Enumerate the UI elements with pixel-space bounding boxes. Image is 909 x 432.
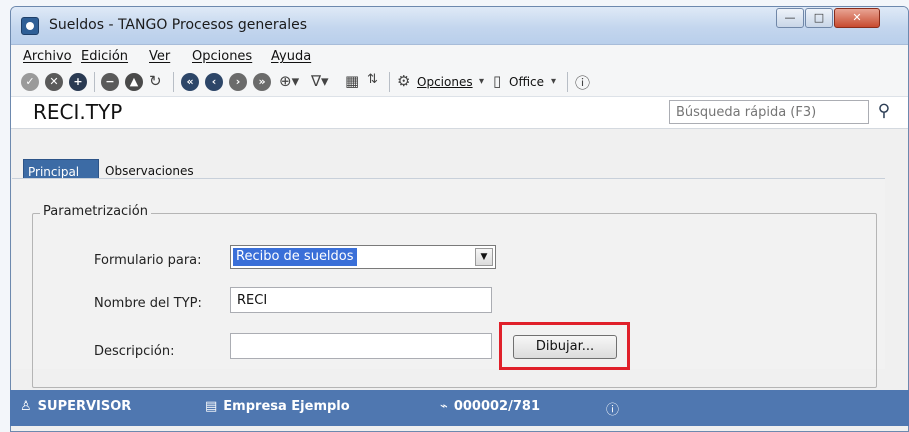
toolbar-separator xyxy=(94,72,95,92)
status-bar: ♙ SUPERVISOR ▤ Empresa Ejemplo ⌁ 000002/781… xyxy=(10,390,909,426)
gear-icon[interactable]: ⚙ xyxy=(397,72,410,90)
office-button[interactable]: Office xyxy=(509,75,544,89)
app-icon xyxy=(21,17,39,35)
nombre-typ-label: Nombre del TYP: xyxy=(94,296,202,311)
descripcion-label: Descripción: xyxy=(94,344,175,359)
sort-icon[interactable]: ⇅ xyxy=(367,72,378,87)
record-header: RECI.TYP ⚲ xyxy=(11,97,908,129)
toolbar-separator xyxy=(389,72,390,92)
menu-archivo[interactable]: Archivo xyxy=(23,49,72,64)
check-icon[interactable]: ✓ xyxy=(21,73,39,91)
options-button[interactable]: Opciones xyxy=(417,75,473,89)
tab-content: Parametrización Formulario para: Recibo … xyxy=(12,178,885,388)
status-code: ⌁ 000002/781 xyxy=(440,399,540,414)
title-bar[interactable]: Sueldos - TANGO Procesos generales — □ ✕ xyxy=(11,7,908,45)
descripcion-input[interactable] xyxy=(230,333,492,359)
filter-icon[interactable]: ∇▾ xyxy=(311,72,329,90)
menu-ayuda[interactable]: Ayuda xyxy=(271,49,311,64)
grid-icon[interactable]: ▦ xyxy=(345,72,359,90)
status-company-label: Empresa Ejemplo xyxy=(223,399,350,414)
office-icon[interactable]: ▯ xyxy=(493,72,501,90)
remove-icon[interactable]: − xyxy=(101,73,119,91)
menu-edicion[interactable]: Edición xyxy=(81,49,128,64)
chevron-down-icon[interactable]: ▼ xyxy=(475,248,493,266)
formulario-label: Formulario para: xyxy=(94,253,202,268)
search-icon[interactable]: ⚲ xyxy=(873,101,895,123)
close-button[interactable]: ✕ xyxy=(834,8,880,28)
paperclip-icon: ⌁ xyxy=(440,399,448,414)
nombre-typ-input[interactable] xyxy=(230,287,492,313)
next-icon[interactable]: › xyxy=(229,73,247,91)
toolbar-separator xyxy=(567,72,568,92)
group-title: Parametrización xyxy=(40,204,151,219)
last-icon[interactable]: » xyxy=(253,73,271,91)
toolbar: ✓ ✕ + − ▲ ↻ « ‹ › » ⊕▾ ∇▾ ▦ ⇅ ⚙ Opciones… xyxy=(11,69,908,97)
status-user: ♙ SUPERVISOR xyxy=(20,399,131,414)
building-icon: ▤ xyxy=(205,399,218,414)
refresh-icon[interactable]: ↻ xyxy=(149,72,162,90)
maximize-button[interactable]: □ xyxy=(805,8,833,28)
menu-opciones[interactable]: Opciones xyxy=(192,49,252,64)
status-user-label: SUPERVISOR xyxy=(37,399,132,414)
info-icon[interactable]: ⓘ xyxy=(606,399,619,418)
status-company: ▤ Empresa Ejemplo xyxy=(205,399,350,414)
add-icon[interactable]: + xyxy=(69,73,87,91)
menu-ver[interactable]: Ver xyxy=(149,49,170,64)
user-icon: ♙ xyxy=(20,399,32,414)
binoculars-icon[interactable]: ⊕▾ xyxy=(279,72,299,90)
formulario-selected-value: Recibo de sueldos xyxy=(233,248,357,266)
prev-icon[interactable]: ‹ xyxy=(205,73,223,91)
menu-bar: Archivo Edición Ver Opciones Ayuda xyxy=(11,45,908,69)
toolbar-separator xyxy=(173,72,174,92)
status-code-label: 000002/781 xyxy=(453,399,540,414)
chevron-down-icon[interactable]: ▾ xyxy=(479,76,484,87)
window-title: Sueldos - TANGO Procesos generales xyxy=(49,17,308,33)
page-title: RECI.TYP xyxy=(33,100,123,124)
search-input[interactable] xyxy=(669,100,869,124)
dibujar-button[interactable]: Dibujar... xyxy=(513,335,617,359)
minimize-button[interactable]: — xyxy=(776,8,804,28)
help-icon[interactable]: ⓘ xyxy=(575,72,590,93)
cancel-icon[interactable]: ✕ xyxy=(45,73,63,91)
chevron-down-icon[interactable]: ▾ xyxy=(551,76,556,87)
first-icon[interactable]: « xyxy=(181,73,199,91)
formulario-select[interactable]: Recibo de sueldos ▼ xyxy=(230,245,496,269)
up-icon[interactable]: ▲ xyxy=(125,73,143,91)
